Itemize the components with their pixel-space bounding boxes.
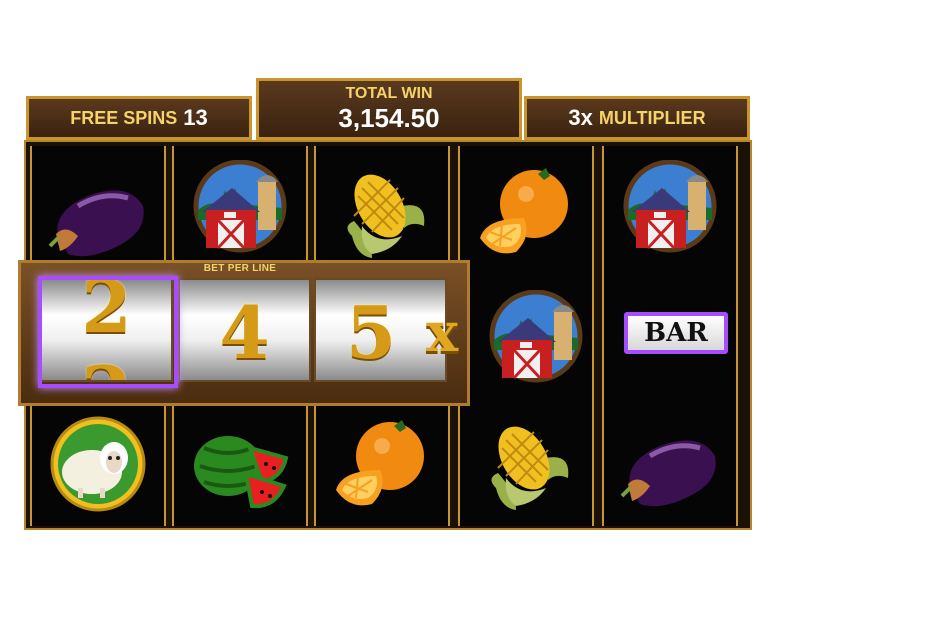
free-spins-count: 13 (183, 105, 208, 130)
watermelon-icon (190, 418, 290, 518)
bet-digit-drum-2[interactable]: 4 (178, 278, 311, 382)
multiplier-value: 3x (568, 105, 593, 130)
reel-cell (460, 408, 592, 528)
reel-cell (604, 150, 736, 270)
total-win-panel: TOTAL WIN 3,154.50 (256, 78, 522, 140)
corn-icon (332, 166, 432, 266)
reel-cell (460, 280, 592, 400)
barn-icon (620, 160, 720, 260)
bet-digit: 4 (219, 290, 270, 375)
multiplier-panel: 3x MULTIPLIER (524, 96, 750, 140)
bet-multiplier-x: x (426, 300, 459, 364)
reel-cell (174, 408, 306, 528)
reel-cell (604, 416, 736, 536)
sheep-icon (48, 414, 148, 514)
bet-digit-selection-highlight[interactable] (38, 276, 178, 388)
multiplier-label: MULTIPLIER (598, 107, 706, 128)
orange-icon (476, 166, 576, 266)
reel-cell (460, 156, 592, 276)
total-win-value: 3,154.50 (338, 102, 440, 133)
barn-icon (190, 160, 290, 260)
free-spins-panel: FREE SPINS 13 (26, 96, 252, 140)
reel-cell (316, 156, 448, 276)
barn-icon (486, 290, 586, 390)
eggplant-icon (620, 426, 720, 516)
orange-icon (332, 418, 432, 518)
eggplant-icon (48, 176, 148, 266)
bet-per-line-label: BET PER LINE (203, 263, 277, 274)
corn-icon (476, 418, 576, 518)
reel-4 (458, 146, 594, 526)
bar-symbol: BAR (624, 312, 728, 354)
reel-cell (316, 408, 448, 528)
total-win-label: TOTAL WIN (345, 84, 433, 102)
reel-cell (174, 150, 306, 270)
reel-cell (32, 404, 164, 524)
free-spins-label: FREE SPINS (70, 107, 178, 128)
